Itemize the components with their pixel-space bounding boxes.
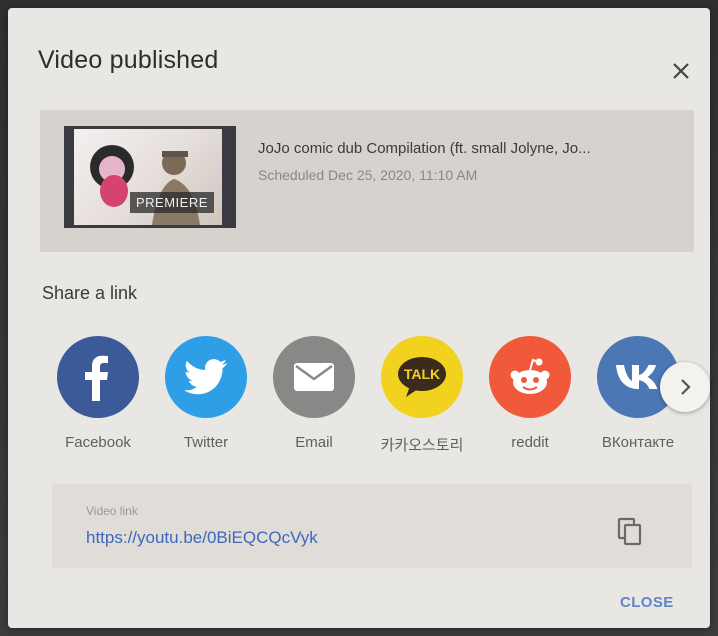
video-title: JoJo comic dub Compilation (ft. small Jo…: [258, 140, 591, 157]
share-label: ВКонтакте: [601, 434, 675, 451]
share-label: Email: [295, 434, 333, 451]
copy-icon[interactable]: [614, 514, 646, 550]
premiere-badge: PREMIERE: [130, 192, 214, 213]
screen-frame: Video published PREMIERE JoJo comic dub …: [0, 0, 718, 636]
share-label: 카카오스토리: [380, 437, 464, 454]
dialog-title: Video published: [38, 46, 219, 74]
video-link-box: Video link https://youtu.be/0BiEQCQcVyk: [52, 484, 692, 568]
kakaotalk-icon: TALK: [381, 336, 463, 418]
video-schedule: Scheduled Dec 25, 2020, 11:10 AM: [258, 167, 478, 183]
share-twitter[interactable]: Twitter: [158, 336, 254, 451]
facebook-icon: [57, 336, 139, 418]
chevron-right-icon[interactable]: [660, 362, 710, 412]
video-link-url[interactable]: https://youtu.be/0BiEQCQcVyk: [86, 528, 318, 548]
share-reddit[interactable]: reddit: [482, 336, 578, 451]
share-kakaostory[interactable]: TALK 카카오스토리: [374, 336, 470, 455]
video-thumbnail[interactable]: PREMIERE: [64, 126, 236, 228]
close-button[interactable]: CLOSE: [620, 594, 674, 611]
share-email[interactable]: Email: [266, 336, 362, 451]
share-link-heading: Share a link: [42, 283, 138, 303]
svg-text:TALK: TALK: [404, 366, 440, 382]
video-link-caption: Video link: [86, 504, 138, 518]
reddit-icon: [489, 336, 571, 418]
share-label: Twitter: [183, 434, 229, 451]
close-icon[interactable]: [666, 56, 696, 86]
video-published-dialog: Video published PREMIERE JoJo comic dub …: [8, 8, 710, 628]
share-label: Facebook: [65, 434, 131, 451]
share-row: Facebook Twitter Email TALK 카카오스토리 reddi…: [50, 336, 710, 466]
share-label: reddit: [511, 434, 549, 451]
share-facebook[interactable]: Facebook: [50, 336, 146, 451]
email-icon: [273, 336, 355, 418]
twitter-icon: [165, 336, 247, 418]
video-card: PREMIERE JoJo comic dub Compilation (ft.…: [40, 110, 694, 252]
